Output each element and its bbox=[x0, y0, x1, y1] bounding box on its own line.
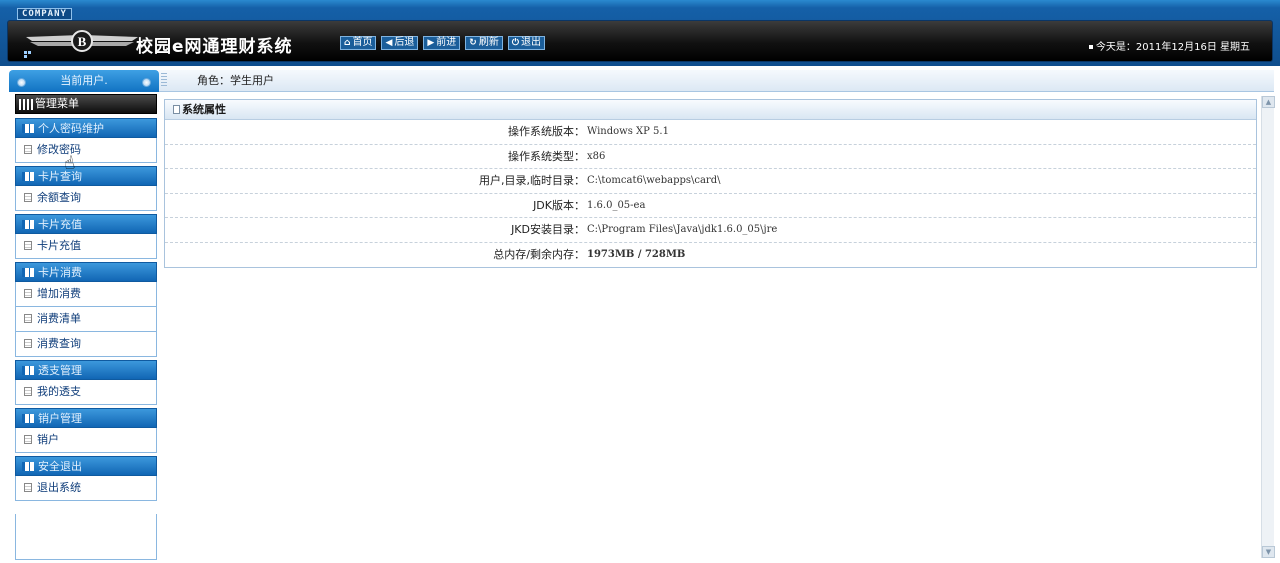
sidebar: 当前用户. 管理菜单 个人密码维护 修改密码 卡片查询 余额查询 卡片充值 卡片… bbox=[9, 70, 159, 560]
company-tag: COMPANY bbox=[17, 8, 72, 20]
menu-item-card-recharge[interactable]: 卡片充值 bbox=[15, 234, 157, 259]
menu-title-bar: 管理菜单 bbox=[15, 94, 157, 114]
group-header[interactable]: 透支管理 bbox=[15, 360, 157, 380]
vertical-scrollbar[interactable]: ▲ ▼ bbox=[1261, 96, 1275, 558]
svg-text:B: B bbox=[78, 34, 87, 49]
menu-list: 个人密码维护 修改密码 卡片查询 余额查询 卡片充值 卡片充值 卡片消费 增加消… bbox=[15, 118, 157, 504]
property-value: C:\tomcat6\webapps\card\ bbox=[587, 175, 721, 186]
app-header: COMPANY B 校园e网通理财系统 ⌂ 首页 ◀ 后退 ▶ 前进 ↻ 刷新 ⏻ 退出 … bbox=[0, 0, 1280, 66]
group-header[interactable]: 卡片充值 bbox=[15, 214, 157, 234]
grid-icon bbox=[19, 98, 33, 110]
folder-icon bbox=[22, 124, 34, 133]
property-row: 操作系统版本： Windows XP 5.1 bbox=[165, 120, 1256, 145]
logout-button[interactable]: ⏻ 退出 bbox=[507, 36, 545, 50]
folder-icon bbox=[22, 268, 34, 277]
sidebar-blank-area bbox=[15, 514, 157, 560]
bullet-icon bbox=[1088, 45, 1093, 49]
menu-item-close-account[interactable]: 销户 bbox=[15, 428, 157, 453]
document-icon bbox=[173, 105, 180, 114]
menu-item-consume-query[interactable]: 消费查询 bbox=[15, 332, 157, 357]
menu-item-add-consume[interactable]: 增加消费 bbox=[15, 282, 157, 307]
menu-group-overdraft: 透支管理 我的透支 bbox=[15, 360, 157, 405]
document-icon bbox=[24, 193, 32, 202]
scroll-down-icon[interactable]: ▼ bbox=[1262, 546, 1275, 558]
power-icon: ⏻ bbox=[511, 38, 519, 48]
panel-title: 系统属性 bbox=[165, 100, 1256, 120]
group-header[interactable]: 卡片查询 bbox=[15, 166, 157, 186]
property-row: JKD安装目录： C:\Program Files\Java\jdk1.6.0_0… bbox=[165, 218, 1256, 243]
folder-icon bbox=[22, 220, 34, 229]
document-icon bbox=[24, 314, 32, 323]
winged-logo-icon: B bbox=[24, 30, 138, 58]
group-header[interactable]: 安全退出 bbox=[15, 456, 157, 476]
document-icon bbox=[24, 483, 32, 492]
system-title: 校园e网通理财系统 bbox=[136, 37, 293, 57]
property-value: x86 bbox=[587, 150, 606, 162]
menu-item-exit-system[interactable]: 退出系统 bbox=[15, 476, 157, 501]
menu-item-change-password[interactable]: 修改密码 bbox=[15, 138, 157, 163]
refresh-button[interactable]: ↻ 刷新 bbox=[465, 36, 503, 50]
folder-icon bbox=[22, 172, 34, 181]
system-properties-panel: 系统属性 操作系统版本： Windows XP 5.1 操作系统类型： x86 用户… bbox=[164, 99, 1257, 268]
refresh-icon: ↻ bbox=[469, 38, 477, 48]
back-button[interactable]: ◀ 后退 bbox=[381, 36, 419, 50]
document-icon bbox=[24, 339, 32, 348]
menu-group-card-query: 卡片查询 余额查询 bbox=[15, 166, 157, 211]
forward-icon: ▶ bbox=[427, 38, 435, 48]
folder-icon bbox=[22, 366, 34, 375]
home-button[interactable]: ⌂ 首页 bbox=[340, 36, 377, 50]
group-header[interactable]: 销户管理 bbox=[15, 408, 157, 428]
pin-icon bbox=[142, 78, 151, 87]
menu-item-consume-list[interactable]: 消费清单 bbox=[15, 307, 157, 332]
property-value: Windows XP 5.1 bbox=[587, 126, 669, 137]
property-row: 总内存/剩余内存： 1973MB / 728MB bbox=[165, 243, 1256, 268]
menu-group-account-close: 销户管理 销户 bbox=[15, 408, 157, 453]
header-bar: B 校园e网通理财系统 ⌂ 首页 ◀ 后退 ▶ 前进 ↻ 刷新 ⏻ 退出 今天是：2011… bbox=[7, 20, 1273, 62]
pin-icon bbox=[17, 78, 26, 87]
home-icon: ⌂ bbox=[344, 38, 351, 48]
menu-group-card-recharge: 卡片充值 卡片充值 bbox=[15, 214, 157, 259]
folder-icon bbox=[22, 462, 34, 471]
folder-icon bbox=[22, 414, 34, 423]
document-icon bbox=[24, 145, 32, 154]
document-icon bbox=[24, 387, 32, 396]
document-icon bbox=[24, 435, 32, 444]
menu-group-safe-exit: 安全退出 退出系统 bbox=[15, 456, 157, 501]
property-value: 1973MB / 728MB bbox=[587, 248, 686, 260]
property-row: 操作系统类型： x86 bbox=[165, 145, 1256, 169]
role-text: 角色：学生用户 bbox=[197, 74, 274, 87]
menu-item-my-overdraft[interactable]: 我的透支 bbox=[15, 380, 157, 405]
menu-item-balance-query[interactable]: 余额查询 bbox=[15, 186, 157, 211]
role-bar: 角色：学生用户 bbox=[159, 70, 1274, 92]
property-row: 用户,目录,临时目录： C:\tomcat6\webapps\card\ bbox=[165, 169, 1256, 194]
main-content: 系统属性 操作系统版本： Windows XP 5.1 操作系统类型： x86 用户… bbox=[159, 92, 1275, 560]
document-icon bbox=[24, 289, 32, 298]
property-value: 1.6.0_05-ea bbox=[587, 199, 646, 211]
property-label: 用户,目录,临时目录： bbox=[479, 174, 585, 187]
property-label: JKD安装目录： bbox=[511, 223, 585, 236]
group-header[interactable]: 个人密码维护 bbox=[15, 118, 157, 138]
toolbar: ⌂ 首页 ◀ 后退 ▶ 前进 ↻ 刷新 ⏻ 退出 bbox=[340, 36, 545, 50]
resize-handle-icon[interactable] bbox=[161, 73, 167, 87]
menu-group-password: 个人密码维护 修改密码 bbox=[15, 118, 157, 163]
property-label: JDK版本： bbox=[533, 198, 585, 212]
property-label: 操作系统版本： bbox=[508, 125, 585, 138]
property-label: 操作系统类型： bbox=[508, 149, 585, 163]
document-icon bbox=[24, 241, 32, 250]
forward-button[interactable]: ▶ 前进 bbox=[423, 36, 461, 50]
scroll-up-icon[interactable]: ▲ bbox=[1262, 96, 1275, 108]
current-user-header: 当前用户. bbox=[9, 70, 159, 92]
group-header[interactable]: 卡片消费 bbox=[15, 262, 157, 282]
menu-group-card-consume: 卡片消费 增加消费 消费清单 消费查询 bbox=[15, 262, 157, 357]
date-display: 今天是：2011年12月16日 星期五 bbox=[1088, 38, 1250, 53]
back-icon: ◀ bbox=[385, 38, 393, 48]
property-row: JDK版本： 1.6.0_05-ea bbox=[165, 194, 1256, 218]
property-value: C:\Program Files\Java\jdk1.6.0_05\jre bbox=[587, 224, 778, 235]
property-label: 总内存/剩余内存： bbox=[493, 247, 585, 261]
